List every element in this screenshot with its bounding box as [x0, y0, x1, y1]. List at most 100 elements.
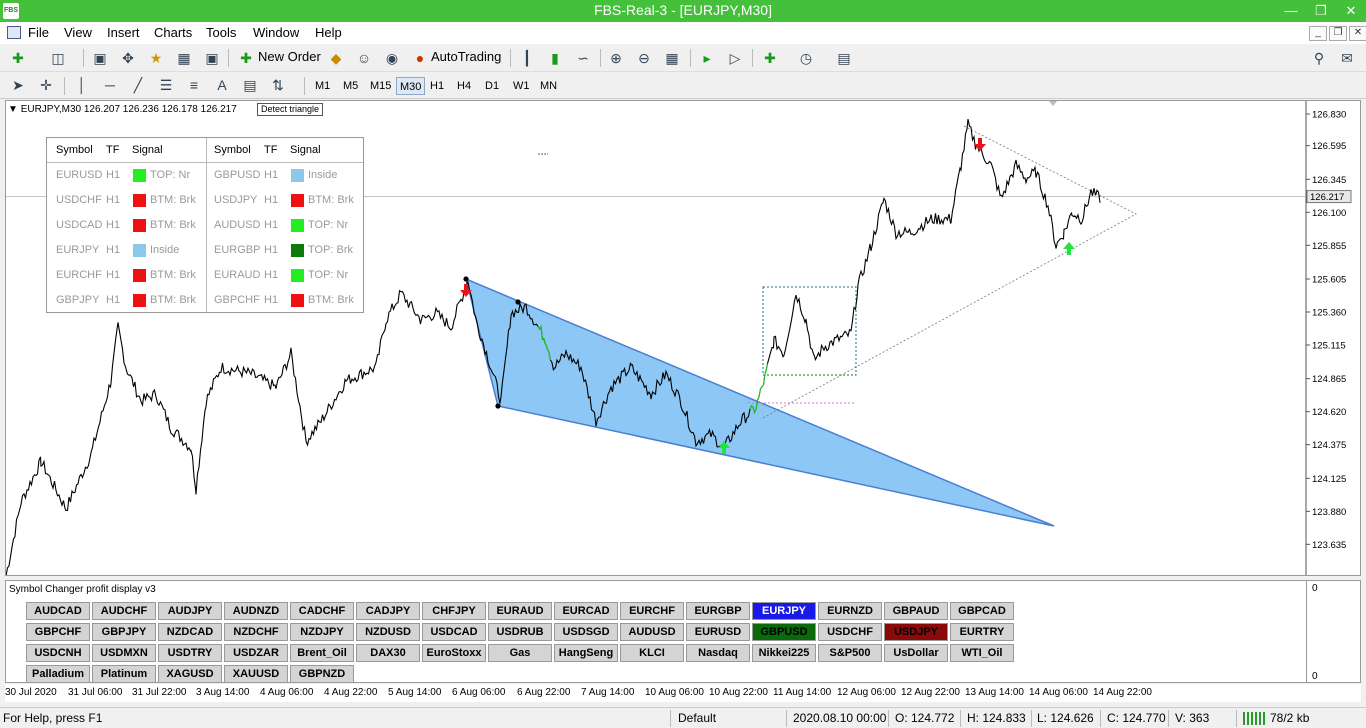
symbol-button-nzdusd[interactable]: NZDUSD — [356, 623, 420, 641]
autotrading-button[interactable]: AutoTrading — [431, 49, 501, 64]
arrows-icon[interactable]: ⇅ — [268, 75, 288, 95]
symbol-button-gbpjpy[interactable]: GBPJPY — [92, 623, 156, 641]
templates-icon[interactable]: ▤ — [834, 48, 854, 68]
symbol-button-wtioil[interactable]: WTI_Oil — [950, 644, 1014, 662]
symbol-button-nzdcad[interactable]: NZDCAD — [158, 623, 222, 641]
symbol-button-xagusd[interactable]: XAGUSD — [158, 665, 222, 683]
profiles-icon[interactable]: ◫ — [48, 48, 68, 68]
vertical-line-icon[interactable]: │ — [72, 75, 92, 95]
symbol-button-cadjpy[interactable]: CADJPY — [356, 602, 420, 620]
symbol-button-nzdchf[interactable]: NZDCHF — [224, 623, 288, 641]
indicators-icon[interactable]: ✚ — [760, 48, 780, 68]
mdi-restore-button[interactable]: ❐ — [1329, 26, 1347, 41]
menu-view[interactable]: View — [64, 25, 92, 40]
symbol-button-palladium[interactable]: Palladium — [26, 665, 90, 683]
menu-charts[interactable]: Charts — [154, 25, 192, 40]
tf-m5-button[interactable]: M5 — [340, 77, 361, 95]
search-icon[interactable]: ⚲ — [1309, 48, 1329, 68]
zoom-out-icon[interactable]: ⊖ — [634, 48, 654, 68]
symbol-button-gas[interactable]: Gas — [488, 644, 552, 662]
signals-icon[interactable]: ◉ — [382, 48, 402, 68]
symbol-button-chfjpy[interactable]: CHFJPY — [422, 602, 486, 620]
new-chart-icon[interactable]: ✚ — [8, 48, 28, 68]
symbol-button-gbpcad[interactable]: GBPCAD — [950, 602, 1014, 620]
periods-icon[interactable]: ◷ — [796, 48, 816, 68]
symbol-button-usdzar[interactable]: USDZAR — [224, 644, 288, 662]
channel-icon[interactable]: ☰ — [156, 75, 176, 95]
symbol-button-usdollar[interactable]: UsDollar — [884, 644, 948, 662]
menu-window[interactable]: Window — [253, 25, 299, 40]
chat-icon[interactable]: ✉ — [1337, 48, 1357, 68]
symbol-button-eurcad[interactable]: EURCAD — [554, 602, 618, 620]
crosshair-icon[interactable]: ✛ — [36, 75, 56, 95]
close-button[interactable]: ✕ — [1336, 0, 1366, 22]
symbol-button-klci[interactable]: KLCI — [620, 644, 684, 662]
bar-chart-icon[interactable]: ┃ — [517, 48, 537, 68]
zoom-in-icon[interactable]: ⊕ — [606, 48, 626, 68]
symbol-button-audchf[interactable]: AUDCHF — [92, 602, 156, 620]
symbol-button-eurusd[interactable]: EURUSD — [686, 623, 750, 641]
minimize-button[interactable]: — — [1276, 0, 1306, 22]
menu-insert[interactable]: Insert — [107, 25, 140, 40]
symbol-button-audjpy[interactable]: AUDJPY — [158, 602, 222, 620]
crosshair-move-icon[interactable]: ✥ — [118, 48, 138, 68]
chart-shift-icon[interactable]: ▷ — [725, 48, 745, 68]
fibonacci-icon[interactable]: ≡ — [184, 75, 204, 95]
symbol-button-eurtry[interactable]: EURTRY — [950, 623, 1014, 641]
mdi-minimize-button[interactable]: _ — [1309, 26, 1327, 41]
symbol-button-usdrub[interactable]: USDRUB — [488, 623, 552, 641]
symbol-button-usdchf[interactable]: USDCHF — [818, 623, 882, 641]
tf-m15-button[interactable]: M15 — [367, 77, 394, 95]
tf-h1-button[interactable]: H1 — [427, 77, 447, 95]
symbol-button-brentoil[interactable]: Brent_Oil — [290, 644, 354, 662]
new-order-button[interactable]: New Order — [258, 49, 321, 64]
auto-scroll-icon[interactable]: ▸ — [697, 48, 717, 68]
mdi-close-button[interactable]: ✕ — [1349, 26, 1366, 41]
symbol-button-usdsgd[interactable]: USDSGD — [554, 623, 618, 641]
chart-window[interactable]: 126.830 126.595 126.345 126.100 125.855 125.6… — [5, 100, 1361, 576]
maximize-button[interactable]: ❐ — [1306, 0, 1336, 22]
strategy-tester-icon[interactable]: ▣ — [202, 48, 222, 68]
text-label-icon[interactable]: ▤ — [240, 75, 260, 95]
tf-h4-button[interactable]: H4 — [454, 77, 474, 95]
candlestick-icon[interactable]: ▮ — [545, 48, 565, 68]
symbol-button-sp500[interactable]: S&P500 — [818, 644, 882, 662]
symbol-button-usdcnh[interactable]: USDCNH — [26, 644, 90, 662]
menu-file[interactable]: File — [28, 25, 49, 40]
cursor-icon[interactable]: ➤ — [8, 75, 28, 95]
symbol-button-eurnzd[interactable]: EURNZD — [818, 602, 882, 620]
symbol-button-cadchf[interactable]: CADCHF — [290, 602, 354, 620]
menu-help[interactable]: Help — [315, 25, 342, 40]
text-icon[interactable]: A — [212, 75, 232, 95]
metaeditor-icon[interactable]: ◆ — [326, 48, 346, 68]
symbol-button-usdmxn[interactable]: USDMXN — [92, 644, 156, 662]
symbol-button-euraud[interactable]: EURAUD — [488, 602, 552, 620]
symbol-button-audnzd[interactable]: AUDNZD — [224, 602, 288, 620]
tile-windows-icon[interactable]: ▦ — [662, 48, 682, 68]
tf-m30-button[interactable]: M30 — [396, 77, 426, 95]
trendline-icon[interactable]: ╱ — [128, 75, 148, 95]
autotrading-icon[interactable]: ● — [410, 48, 430, 68]
new-order-icon[interactable]: ✚ — [236, 48, 256, 68]
tf-mn-button[interactable]: MN — [537, 77, 560, 95]
symbol-button-xauusd[interactable]: XAUUSD — [224, 665, 288, 683]
symbol-button-gbpchf[interactable]: GBPCHF — [26, 623, 90, 641]
symbol-button-eurchf[interactable]: EURCHF — [620, 602, 684, 620]
symbol-button-nzdjpy[interactable]: NZDJPY — [290, 623, 354, 641]
symbol-button-hangseng[interactable]: HangSeng — [554, 644, 618, 662]
tf-d1-button[interactable]: D1 — [482, 77, 502, 95]
symbol-button-usdcad[interactable]: USDCAD — [422, 623, 486, 641]
tf-w1-button[interactable]: W1 — [510, 77, 533, 95]
symbol-button-gbpnzd[interactable]: GBPNZD — [290, 665, 354, 683]
symbol-button-audcad[interactable]: AUDCAD — [26, 602, 90, 620]
symbol-button-nasdaq[interactable]: Nasdaq — [686, 644, 750, 662]
symbol-button-eurjpy[interactable]: EURJPY — [752, 602, 816, 620]
symbol-button-eurgbp[interactable]: EURGBP — [686, 602, 750, 620]
symbol-button-platinum[interactable]: Platinum — [92, 665, 156, 683]
tf-m1-button[interactable]: M1 — [312, 77, 333, 95]
line-chart-icon[interactable]: ∽ — [573, 48, 593, 68]
menu-tools[interactable]: Tools — [206, 25, 236, 40]
symbol-button-gbpusd[interactable]: GBPUSD — [752, 623, 816, 641]
symbol-button-usdtry[interactable]: USDTRY — [158, 644, 222, 662]
symbol-button-gbpaud[interactable]: GBPAUD — [884, 602, 948, 620]
